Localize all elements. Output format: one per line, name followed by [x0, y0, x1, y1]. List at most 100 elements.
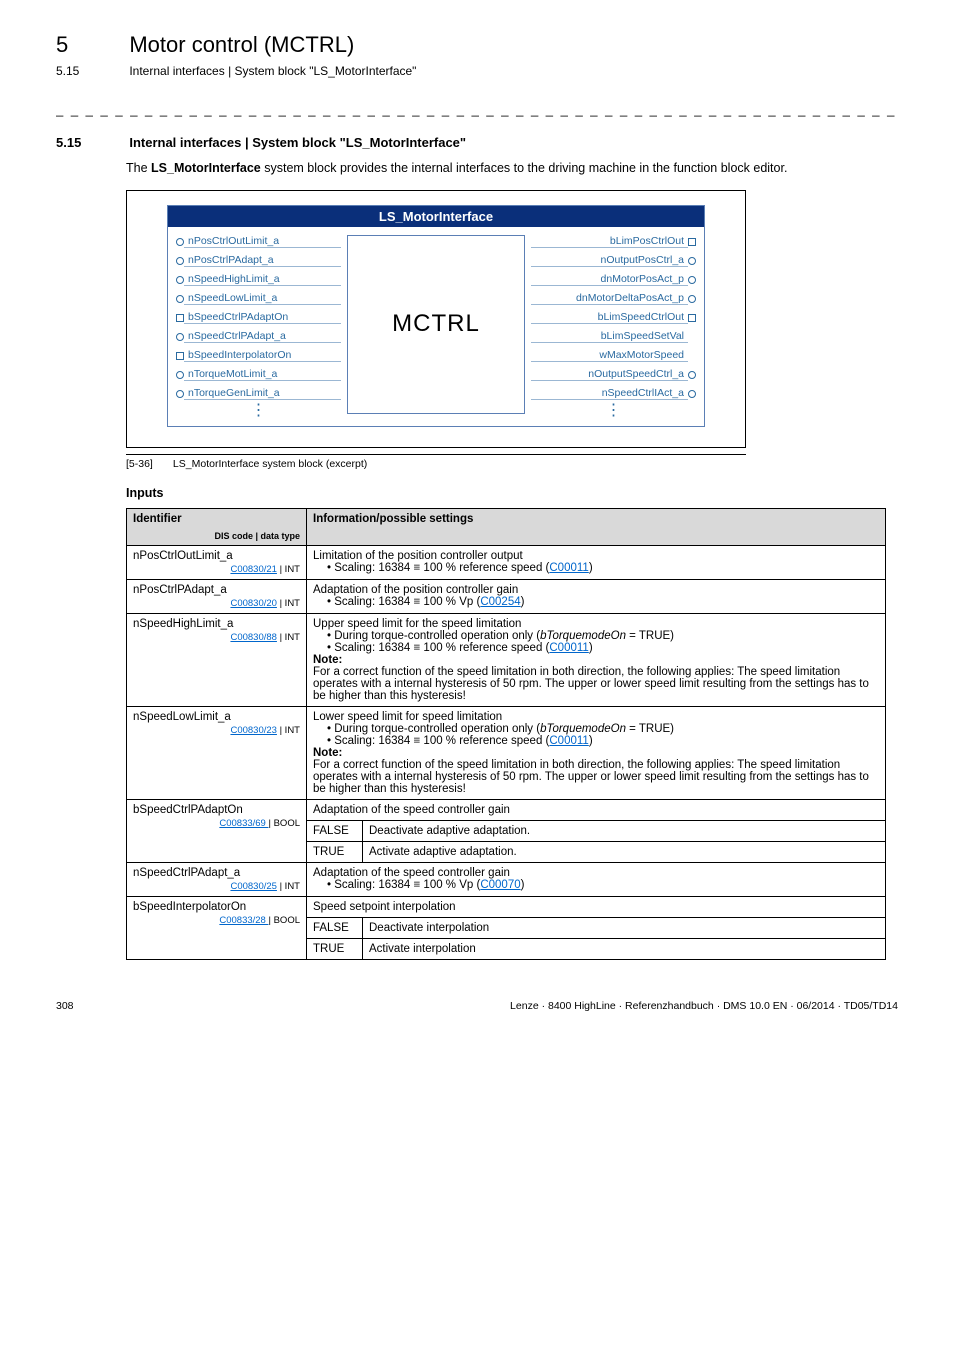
port-label: bLimPosCtrlOut [531, 235, 688, 248]
left-port-column: nPosCtrlOutLimit_a nPosCtrlPAdapt_a nSpeed… [176, 233, 341, 416]
inline-link[interactable]: C00070 [480, 879, 520, 891]
port-circle-icon [176, 257, 184, 265]
intro-paragraph: The LS_MotorInterface system block provi… [126, 160, 898, 178]
port-line: nTorqueGenLimit_a [176, 385, 341, 403]
note-body: For a correct function of the speed limi… [313, 666, 879, 702]
info-bullet: Scaling: 16384 ≡ 100 % reference speed (… [327, 642, 879, 654]
port-label: dnMotorPosAct_p [531, 273, 688, 286]
identifier-name: bSpeedInterpolatorOn [133, 901, 246, 913]
identifier-cell: nSpeedLowLimit_a C00830/23 | INT [127, 706, 307, 799]
identifier-code: C00830/25 | INT [133, 881, 300, 892]
intro-rest: system block provides the internal inter… [261, 161, 788, 175]
identifier-code: C00830/23 | INT [133, 725, 300, 736]
identifier-cell: nPosCtrlOutLimit_aC00830/21 | INT [127, 545, 307, 579]
chapter-heading: 5 Motor control (MCTRL) [56, 32, 898, 58]
identifier-code: C00833/28 | BOOL [133, 915, 300, 926]
port-square-icon [176, 314, 184, 322]
footer-right: Lenze · 8400 HighLine · Referenzhandbuch… [510, 1000, 898, 1012]
code-link[interactable]: C00833/28 [219, 915, 268, 926]
port-line: bSpeedInterpolatorOn [176, 347, 341, 365]
info-cell: Adaptation of the speed controller gainS… [307, 862, 886, 896]
info-bullet: During torque-controlled operation only … [327, 630, 879, 642]
port-label: nOutputSpeedCtrl_a [531, 368, 688, 381]
option-value-cell: Deactivate interpolation [363, 917, 886, 938]
info-bullet: Scaling: 16384 ≡ 100 % Vp (C00070) [327, 879, 879, 891]
figure-tag: [5-36] [126, 458, 170, 470]
identifier-name: nSpeedLowLimit_a [133, 711, 231, 723]
inputs-heading: Inputs [126, 486, 898, 500]
page-number: 308 [56, 1000, 74, 1012]
info-title: Limitation of the position controller ou… [313, 550, 879, 562]
intro-prefix: The [126, 161, 151, 175]
info-title: Lower speed limit for speed limitation [313, 711, 879, 723]
code-link[interactable]: C00833/69 [219, 818, 268, 829]
identifier-cell: bSpeedInterpolatorOn C00833/28 | BOOL [127, 896, 307, 959]
chapter-title: Motor control (MCTRL) [129, 32, 354, 57]
port-label: nTorqueGenLimit_a [184, 387, 341, 400]
port-label: nTorqueMotLimit_a [184, 368, 341, 381]
identifier-cell: nSpeedHighLimit_aC00830/88 | INT [127, 613, 307, 706]
info-title: Adaptation of the speed controller gain [313, 867, 879, 879]
th-info: Information/possible settings [307, 508, 886, 545]
info-cell: Adaptation of the speed controller gain [307, 799, 886, 820]
info-bullet: Scaling: 16384 ≡ 100 % Vp (C00254) [327, 596, 879, 608]
port-line: bSpeedCtrlPAdaptOn [176, 309, 341, 327]
port-circle-icon [688, 371, 696, 379]
code-link[interactable]: C00830/21 [230, 564, 276, 575]
port-line: bLimSpeedCtrlOut [531, 309, 696, 327]
port-label: nSpeedCtrlPAdapt_a [184, 330, 341, 343]
inputs-table: Identifier DIS code | data type Informat… [126, 508, 886, 960]
table-row: nSpeedHighLimit_aC00830/88 | INTUpper sp… [127, 613, 886, 706]
identifier-code: C00830/21 | INT [133, 564, 300, 575]
code-link[interactable]: C00830/25 [230, 881, 276, 892]
port-line: nSpeedHighLimit_a [176, 271, 341, 289]
page-footer: 308 Lenze · 8400 HighLine · Referenzhand… [56, 1000, 898, 1012]
port-line: nOutputSpeedCtrl_a [531, 366, 696, 384]
port-line: dnMotorDeltaPosAct_p [531, 290, 696, 308]
port-circle-icon [176, 333, 184, 341]
info-bullet: During torque-controlled operation only … [327, 723, 879, 735]
port-line: nSpeedCtrlPAdapt_a [176, 328, 341, 346]
info-title: Upper speed limit for the speed limitati… [313, 618, 879, 630]
port-square-icon [688, 314, 696, 322]
code-link[interactable]: C00830/88 [230, 632, 276, 643]
port-line: nPosCtrlOutLimit_a [176, 233, 341, 251]
th-identifier: Identifier DIS code | data type [127, 508, 307, 545]
table-row: bSpeedCtrlPAdaptOnC00833/69 | BOOLAdapta… [127, 799, 886, 820]
info-cell-inner: Lower speed limit for speed limitationDu… [313, 711, 879, 795]
option-value-cell: Deactivate adaptive adaptation. [363, 820, 886, 841]
inline-link[interactable]: C00011 [549, 642, 588, 654]
identifier-name: nSpeedHighLimit_a [133, 618, 233, 630]
port-line: nPosCtrlPAdapt_a [176, 252, 341, 270]
info-bullet: Scaling: 16384 ≡ 100 % reference speed (… [327, 562, 879, 574]
identifier-name: nSpeedCtrlPAdapt_a [133, 867, 240, 879]
info-title: Adaptation of the speed controller gain [313, 804, 879, 816]
code-link[interactable]: C00830/20 [230, 598, 276, 609]
port-label: nSpeedCtrlIAct_a [531, 387, 688, 400]
vertical-dots-icon: ⋮ [176, 404, 341, 416]
inline-link[interactable]: C00254 [480, 596, 520, 608]
port-circle-icon [176, 390, 184, 398]
port-label: nSpeedHighLimit_a [184, 273, 341, 286]
table-row: nPosCtrlPAdapt_aC00830/20 | INTAdaptatio… [127, 579, 886, 613]
block-diagram-body: nPosCtrlOutLimit_a nPosCtrlPAdapt_a nSpeed… [168, 227, 704, 426]
inline-link[interactable]: C00011 [549, 562, 588, 574]
inline-link[interactable]: C00011 [549, 735, 588, 747]
option-key-cell: FALSE [307, 820, 363, 841]
table-row: nPosCtrlOutLimit_aC00830/21 | INT Limitat… [127, 545, 886, 579]
identifier-name: nPosCtrlPAdapt_a [133, 584, 227, 596]
option-key-cell: TRUE [307, 841, 363, 862]
code-link[interactable]: C00830/23 [230, 725, 276, 736]
port-square-icon [688, 238, 696, 246]
section-heading: 5.15 Internal interfaces | System block … [56, 135, 898, 150]
port-line: nTorqueMotLimit_a [176, 366, 341, 384]
port-label: nPosCtrlPAdapt_a [184, 254, 341, 267]
info-bullets: Scaling: 16384 ≡ 100 % Vp (C00070) [317, 879, 879, 891]
identifier-name: bSpeedCtrlPAdaptOn [133, 804, 243, 816]
port-label: bLimSpeedSetVal [531, 330, 688, 343]
port-label: nSpeedLowLimit_a [184, 292, 341, 305]
port-line: bLimPosCtrlOut [531, 233, 696, 251]
right-port-column: bLimPosCtrlOutnOutputPosCtrl_adnMotorPos… [531, 233, 696, 416]
block-diagram: LS_MotorInterface nPosCtrlOutLimit_anPos… [167, 205, 705, 427]
note-label: Note: [313, 747, 879, 759]
